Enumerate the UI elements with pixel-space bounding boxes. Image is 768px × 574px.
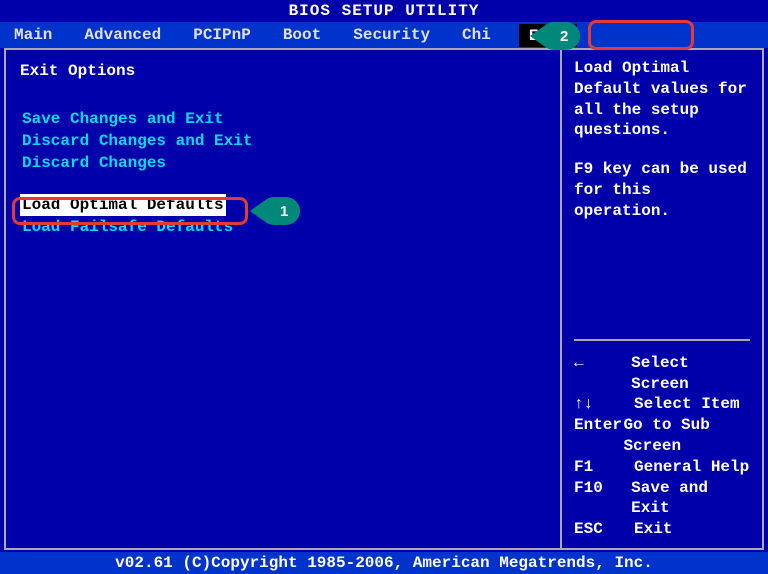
tab-security[interactable]: Security <box>349 24 434 46</box>
nav-desc-sub-screen: Go to Sub Screen <box>623 415 750 457</box>
tab-main[interactable]: Main <box>10 24 56 46</box>
tab-exit[interactable]: Exit <box>519 24 577 47</box>
tab-advanced[interactable]: Advanced <box>80 24 165 46</box>
option-discard-changes-exit[interactable]: Discard Changes and Exit <box>20 130 546 152</box>
context-help-1: Load Optimal Default values for all the … <box>574 58 750 141</box>
nav-desc-select-screen: Select Screen <box>631 353 750 395</box>
context-help-2: F9 key can be used for this operation. <box>574 159 750 221</box>
nav-key-f10: F10 <box>574 478 631 520</box>
nav-key-f1: F1 <box>574 457 634 478</box>
tab-pcipnp[interactable]: PCIPnP <box>189 24 255 46</box>
right-panel: Load Optimal Default values for all the … <box>562 50 762 548</box>
exit-options-heading: Exit Options <box>20 62 546 80</box>
footer-bar: v02.61 (C)Copyright 1985-2006, American … <box>0 552 768 574</box>
option-load-optimal-defaults[interactable]: Load Optimal Defaults <box>20 194 226 216</box>
nav-desc-select-item: Select Item <box>634 394 740 415</box>
nav-key-lr: ← <box>574 353 631 395</box>
tab-chipset[interactable]: Chi <box>458 24 495 46</box>
title-bar: BIOS SETUP UTILITY <box>0 0 768 22</box>
nav-key-enter: Enter <box>574 415 623 457</box>
nav-desc-general-help: General Help <box>634 457 749 478</box>
nav-key-esc: ESC <box>574 519 634 540</box>
left-panel: Exit Options Save Changes and Exit Disca… <box>6 50 562 548</box>
nav-key-ud: ↑↓ <box>574 394 634 415</box>
bios-screen: BIOS SETUP UTILITY Main Advanced PCIPnP … <box>0 0 768 574</box>
exit-options-group-2: Load Optimal Defaults Load Failsafe Defa… <box>20 194 546 238</box>
navigation-help: ←Select Screen ↑↓Select Item EnterGo to … <box>574 339 750 540</box>
option-discard-changes[interactable]: Discard Changes <box>20 152 546 174</box>
option-load-failsafe-defaults[interactable]: Load Failsafe Defaults <box>20 216 546 238</box>
exit-options-group-1: Save Changes and Exit Discard Changes an… <box>20 108 546 174</box>
nav-desc-exit: Exit <box>634 519 672 540</box>
nav-desc-save-exit: Save and Exit <box>631 478 750 520</box>
option-save-changes-exit[interactable]: Save Changes and Exit <box>20 108 546 130</box>
body-area: Exit Options Save Changes and Exit Disca… <box>4 48 764 550</box>
menu-bar: Main Advanced PCIPnP Boot Security Chi E… <box>0 22 768 48</box>
tab-boot[interactable]: Boot <box>279 24 325 46</box>
